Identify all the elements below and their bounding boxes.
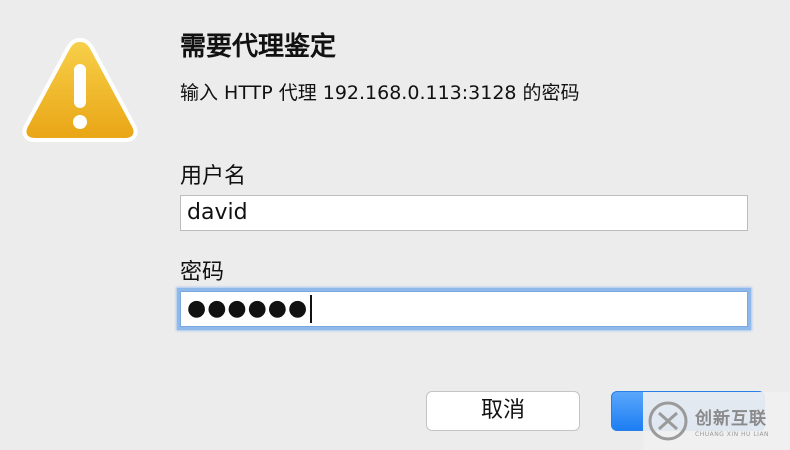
warning-triangle-icon <box>22 37 138 142</box>
brand-logo-icon <box>648 401 688 441</box>
username-field[interactable]: david <box>180 195 748 231</box>
dialog-message: 输入 HTTP 代理 192.168.0.113:3128 的密码 <box>180 82 580 104</box>
watermark-brand: 创新互联 <box>695 409 767 429</box>
watermark-brand-pinyin: CHUANG XIN HU LIAN <box>695 431 770 438</box>
dialog-title: 需要代理鉴定 <box>180 32 337 62</box>
text-caret <box>310 295 313 323</box>
password-field[interactable]: ●●●●●● <box>180 291 748 327</box>
cancel-button[interactable]: 取消 <box>426 391 580 431</box>
password-mask: ●●●●●● <box>187 296 309 321</box>
password-label: 密码 <box>180 260 225 285</box>
watermark: 创新互联 CHUANG XIN HU LIAN <box>643 392 790 450</box>
proxy-auth-dialog: 需要代理鉴定 输入 HTTP 代理 192.168.0.113:3128 的密码… <box>0 0 790 450</box>
username-label: 用户名 <box>180 164 247 189</box>
